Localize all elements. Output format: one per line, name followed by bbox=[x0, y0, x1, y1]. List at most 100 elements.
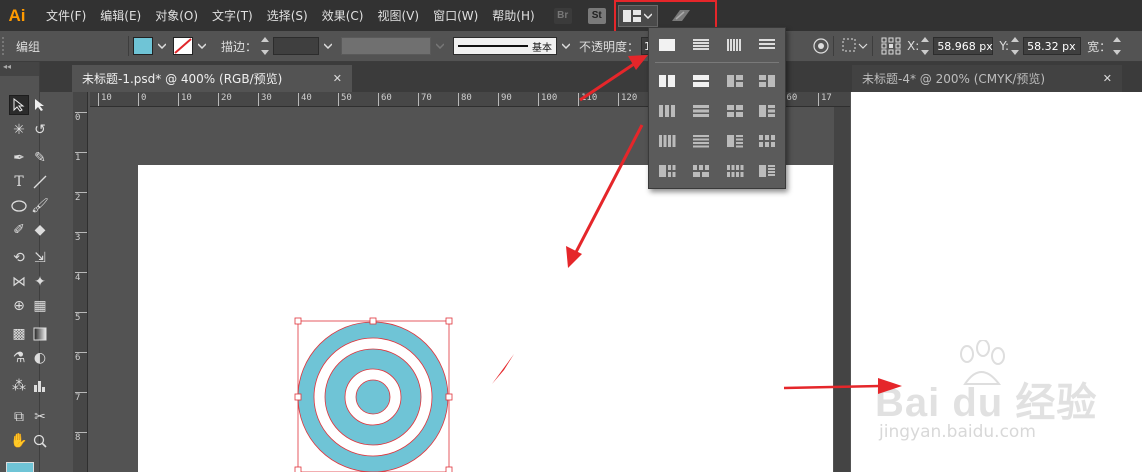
6-up-mixed-icon[interactable] bbox=[657, 164, 677, 178]
8-up-icon[interactable] bbox=[725, 164, 745, 178]
shaper-tool-icon[interactable]: ✐ bbox=[9, 220, 29, 240]
fill-swatch[interactable] bbox=[133, 37, 154, 55]
panel-grip[interactable] bbox=[2, 37, 8, 55]
eraser-icon[interactable]: ◆ bbox=[30, 220, 50, 240]
ruler-tick: 6 bbox=[75, 352, 87, 363]
menu-type[interactable]: 文字(T) bbox=[205, 7, 260, 24]
2-up-vertical-icon[interactable] bbox=[657, 74, 677, 88]
5-up-icon[interactable] bbox=[725, 134, 745, 148]
ruler-tick: 7 bbox=[75, 392, 87, 403]
slice-tool-icon[interactable]: ✂ bbox=[30, 407, 50, 427]
tab-untitled-4[interactable]: 未标题-4* @ 200% (CMYK/预览) ✕ bbox=[852, 65, 1122, 92]
paintbrush-icon[interactable]: 🖌 bbox=[30, 196, 50, 216]
tile-rows-icon[interactable] bbox=[691, 38, 711, 52]
eyedropper-icon[interactable]: ⚗ bbox=[9, 348, 29, 368]
opacity-label: 不透明度： bbox=[579, 39, 640, 54]
tab-untitled-1[interactable]: 未标题-1.psd* @ 400% (RGB/预览) ✕ bbox=[72, 65, 352, 92]
consolidate-all-icon[interactable] bbox=[657, 38, 677, 52]
puppet-warp-icon[interactable]: ✦ bbox=[30, 272, 50, 292]
arrange-documents-button[interactable] bbox=[617, 4, 658, 27]
perspective-grid-icon[interactable]: ▦ bbox=[30, 296, 50, 316]
scale-tool-icon[interactable]: ⇲ bbox=[30, 248, 50, 268]
symbol-sprayer-icon[interactable]: ⁂ bbox=[9, 376, 29, 396]
fill-color-swatch[interactable] bbox=[6, 462, 34, 472]
line-tool-icon[interactable] bbox=[30, 172, 50, 192]
y-stepper[interactable] bbox=[1011, 37, 1021, 55]
pen-tool-icon[interactable]: ✒ bbox=[9, 148, 29, 168]
stack-rows-icon[interactable] bbox=[757, 38, 777, 52]
curvature-tool-icon[interactable]: ✎ bbox=[30, 148, 50, 168]
ruler-tick: 0 bbox=[75, 112, 87, 123]
width-tool-icon[interactable]: ⋈ bbox=[9, 272, 29, 292]
magic-wand-icon[interactable]: ✳ bbox=[9, 120, 29, 140]
bridge-icon[interactable]: Br bbox=[553, 7, 572, 24]
x-stepper[interactable] bbox=[921, 37, 931, 55]
close-icon[interactable]: ✕ bbox=[1103, 72, 1112, 85]
stock-icon[interactable]: St bbox=[587, 7, 606, 24]
lasso-icon[interactable]: ↺ bbox=[30, 120, 50, 140]
2-up-horizontal-icon[interactable] bbox=[691, 74, 711, 88]
stroke-weight-dropdown[interactable] bbox=[321, 37, 335, 55]
target-circles[interactable] bbox=[297, 321, 449, 472]
3-up-columns-icon[interactable] bbox=[657, 104, 677, 118]
3-up-icon[interactable] bbox=[725, 74, 745, 88]
variable-width-field[interactable] bbox=[341, 37, 432, 55]
menu-edit[interactable]: 编辑(E) bbox=[93, 7, 148, 24]
ruler-tick: 40 bbox=[298, 93, 312, 106]
4-up-rows-icon[interactable] bbox=[691, 134, 711, 148]
width-stepper[interactable] bbox=[1113, 37, 1123, 55]
6-up-icon[interactable] bbox=[757, 134, 777, 148]
gradient-tool-icon[interactable] bbox=[30, 324, 50, 344]
close-icon[interactable]: ✕ bbox=[333, 72, 342, 85]
blend-tool-icon[interactable]: ◐ bbox=[30, 348, 50, 368]
hand-tool-icon[interactable]: ✋ bbox=[9, 431, 29, 451]
menu-effect[interactable]: 效果(C) bbox=[315, 7, 371, 24]
mesh-tool-icon[interactable]: ▩ bbox=[9, 324, 29, 344]
x-input[interactable]: 58.968 px bbox=[933, 37, 994, 55]
vertical-scrollbar[interactable] bbox=[834, 107, 850, 472]
3-up-rows-icon[interactable] bbox=[691, 104, 711, 118]
8-up-mixed-icon[interactable] bbox=[757, 164, 777, 178]
variable-width-dropdown[interactable] bbox=[433, 37, 447, 55]
ruler-tick: 70 bbox=[418, 93, 432, 106]
tools-panel: ◂◂ ✳ ↺ ✒ ✎ T 🖌 ✐ ◆ ⟲ ⇲ ⋈ ✦ ⊕ ▦ ▩ ⚗ ◐ ⁂ ⧉… bbox=[0, 62, 49, 472]
rotate-tool-icon[interactable]: ⟲ bbox=[9, 248, 29, 268]
menu-help[interactable]: 帮助(H) bbox=[485, 7, 541, 24]
tile-columns-icon[interactable] bbox=[725, 38, 745, 52]
menu-window[interactable]: 窗口(W) bbox=[426, 7, 485, 24]
brush-definition[interactable]: 基本 bbox=[453, 37, 558, 55]
stroke-weight-input[interactable] bbox=[273, 37, 320, 55]
type-tool-icon[interactable]: T bbox=[9, 172, 29, 192]
selection-tool-icon[interactable] bbox=[9, 95, 29, 115]
stroke-dropdown[interactable] bbox=[195, 37, 209, 55]
zoom-tool-icon[interactable] bbox=[30, 431, 50, 451]
tools-collapse[interactable]: ◂◂ bbox=[0, 62, 39, 76]
y-input[interactable]: 58.32 px bbox=[1023, 37, 1082, 55]
6-up-grid-icon[interactable] bbox=[691, 164, 711, 178]
gpu-performance-icon[interactable] bbox=[670, 7, 692, 25]
direct-selection-tool-icon[interactable] bbox=[30, 95, 50, 115]
chevron-down-icon bbox=[644, 12, 653, 19]
column-graph-icon[interactable] bbox=[30, 376, 50, 396]
artwork-layer bbox=[294, 317, 453, 472]
align-to-selection-icon[interactable] bbox=[842, 38, 868, 54]
shape-builder-icon[interactable]: ⊕ bbox=[9, 296, 29, 316]
recolor-artwork-icon[interactable] bbox=[813, 38, 829, 54]
menu-view[interactable]: 视图(V) bbox=[370, 7, 426, 24]
stroke-weight-stepper[interactable] bbox=[261, 37, 271, 55]
artboard[interactable] bbox=[138, 165, 833, 472]
4-up-mixed-icon[interactable] bbox=[757, 104, 777, 118]
menu-file[interactable]: 文件(F) bbox=[34, 7, 93, 24]
3-up-stacked-icon[interactable] bbox=[757, 74, 777, 88]
4-up-columns-icon[interactable] bbox=[657, 134, 677, 148]
ellipse-tool-icon[interactable] bbox=[9, 196, 29, 216]
reference-point-icon[interactable] bbox=[881, 37, 901, 55]
fill-dropdown[interactable] bbox=[155, 37, 169, 55]
brush-dropdown[interactable] bbox=[559, 37, 573, 55]
menu-object[interactable]: 对象(O) bbox=[148, 7, 205, 24]
artboard-tool-icon[interactable]: ⧉ bbox=[9, 407, 29, 427]
stroke-swatch[interactable] bbox=[173, 37, 194, 55]
menu-select[interactable]: 选择(S) bbox=[260, 7, 315, 24]
4-up-icon[interactable] bbox=[725, 104, 745, 118]
ruler-tick: 2 bbox=[75, 192, 87, 203]
